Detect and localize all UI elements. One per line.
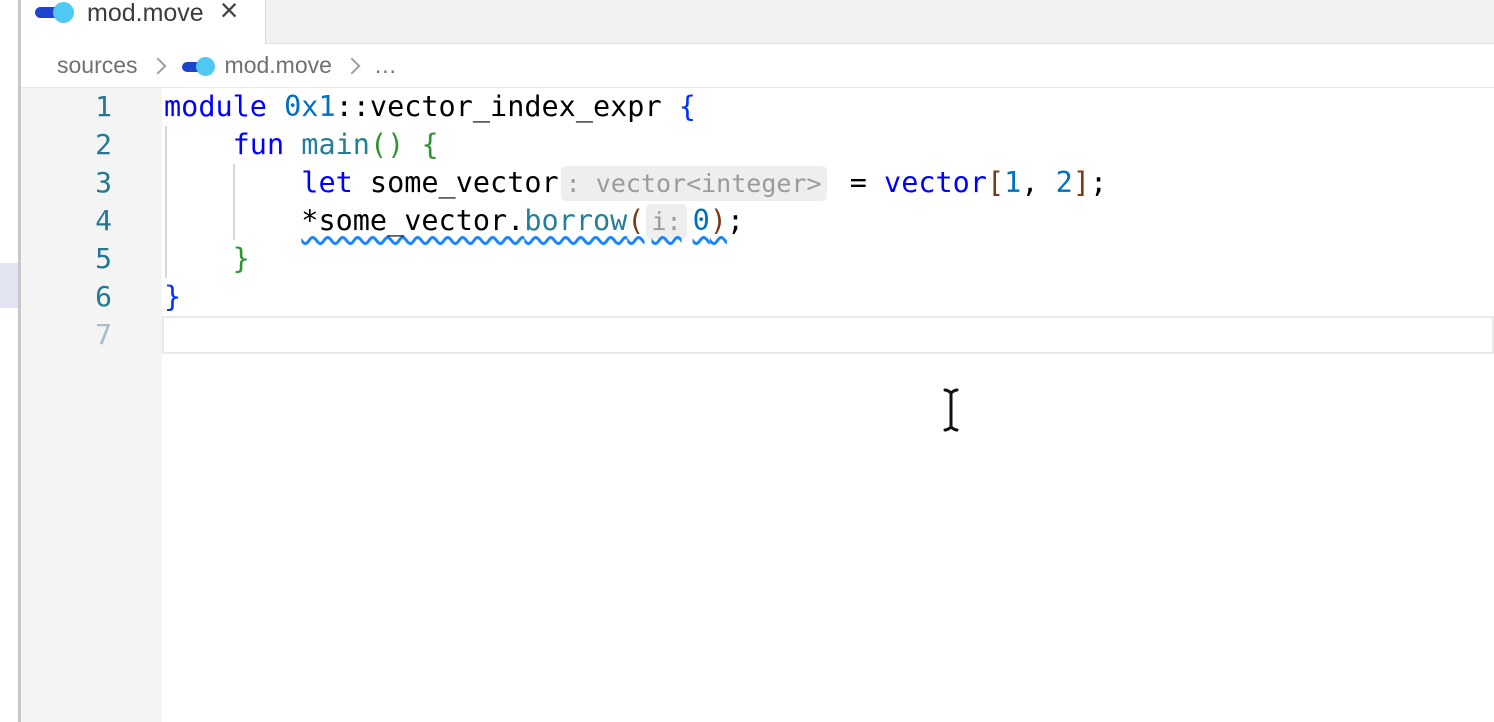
cropped-left-panel — [0, 0, 18, 722]
token-b3: [ — [987, 166, 1004, 199]
code-line-4[interactable]: *some_vector.borrow(i:0); — [162, 202, 1494, 240]
token-b3: ) — [710, 204, 727, 237]
token-plain: ; — [727, 204, 744, 237]
tab-bar: mod.move × — [21, 0, 1494, 44]
line-number-4: 4 — [21, 202, 162, 240]
token-fn: main — [301, 128, 370, 161]
token-kw: module — [164, 90, 267, 123]
code-line-3[interactable]: let some_vector: vector<integer> = vecto… — [162, 164, 1494, 202]
move-language-icon — [182, 56, 215, 76]
breadcrumb: sources mod.move … — [21, 44, 1494, 88]
token-num: 0 — [693, 204, 710, 237]
token-b1: { — [679, 90, 696, 123]
token-b1: } — [164, 280, 181, 313]
token-plain — [404, 128, 421, 161]
token-plain: ; — [1090, 166, 1107, 199]
token-plain — [164, 166, 301, 199]
code-line-1[interactable]: module 0x1::vector_index_expr { — [162, 88, 1494, 126]
token-b3: ] — [1073, 166, 1090, 199]
token-b2: } — [233, 242, 250, 275]
token-num: 0x1 — [284, 90, 335, 123]
chevron-right-icon — [149, 57, 166, 74]
line-number-7: 7 — [21, 316, 162, 354]
line-number-6: 6 — [21, 278, 162, 316]
token-plain: = — [833, 166, 884, 199]
token-plain: *some_vector. — [301, 204, 524, 237]
line-number-3: 3 — [21, 164, 162, 202]
inlay-hint: i: — [646, 204, 686, 239]
token-kw: vector — [884, 166, 987, 199]
code-line-7[interactable] — [162, 316, 1494, 354]
close-icon[interactable]: × — [220, 0, 239, 22]
code-line-5[interactable]: } — [162, 240, 1494, 278]
token-plain: ::vector_index_expr — [336, 90, 679, 123]
token-fn: borrow — [524, 204, 627, 237]
token-plain — [284, 128, 301, 161]
token-b2: { — [421, 128, 438, 161]
chevron-right-icon — [343, 57, 360, 74]
token-plain — [267, 90, 284, 123]
line-number-1: 1 — [21, 88, 162, 126]
move-language-icon — [35, 1, 74, 23]
tab-mod-move[interactable]: mod.move × — [21, 0, 266, 44]
token-b2: () — [370, 128, 404, 161]
token-plain — [164, 204, 301, 237]
code-line-2[interactable]: fun main() { — [162, 126, 1494, 164]
token-num: 2 — [1056, 166, 1073, 199]
adjacent-scrollbar-thumb[interactable] — [0, 263, 18, 308]
line-number-5: 5 — [21, 240, 162, 278]
breadcrumb-item-sources[interactable]: sources — [57, 52, 138, 79]
token-plain — [164, 242, 233, 275]
token-plain — [164, 128, 233, 161]
breadcrumb-item-symbol[interactable]: … — [374, 52, 397, 79]
token-plain: some_vector — [353, 166, 559, 199]
token-b3: ( — [627, 204, 644, 237]
token-kw: fun — [233, 128, 284, 161]
line-number-2: 2 — [21, 126, 162, 164]
code-area[interactable]: module 0x1::vector_index_expr { fun main… — [162, 88, 1494, 722]
inlay-hint: : vector<integer> — [561, 166, 827, 201]
editor-window: mod.move × sources mod.move … 1234567 mo… — [0, 0, 1494, 722]
code-editor[interactable]: 1234567 module 0x1::vector_index_expr { … — [21, 88, 1494, 722]
tab-label: mod.move — [87, 0, 204, 26]
token-kw: let — [301, 166, 352, 199]
diagnostic-squiggle-range: *some_vector.borrow(i:0) — [301, 204, 727, 237]
token-num: 1 — [1004, 166, 1021, 199]
line-number-gutter: 1234567 — [21, 88, 162, 722]
code-line-6[interactable]: } — [162, 278, 1494, 316]
breadcrumb-item-file[interactable]: mod.move — [225, 52, 332, 79]
token-plain: , — [1021, 166, 1055, 199]
